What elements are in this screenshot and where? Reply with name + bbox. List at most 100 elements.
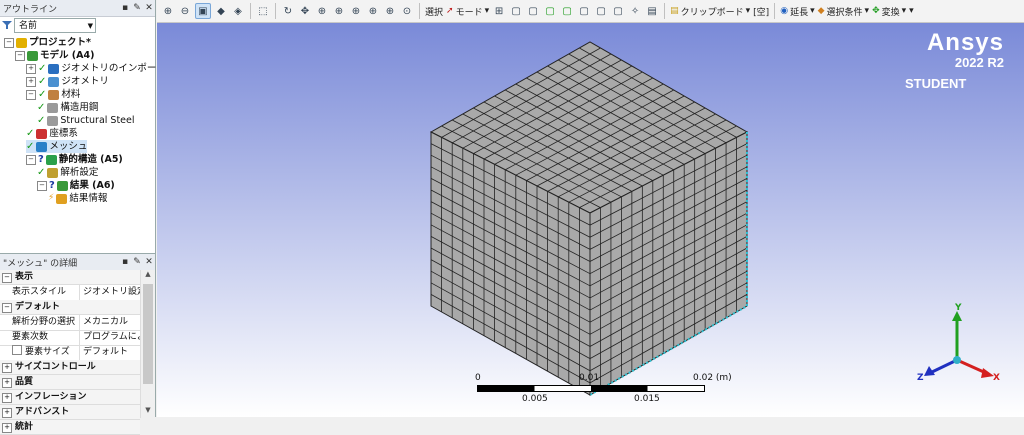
- import-geometry-icon: [48, 63, 60, 74]
- checkbox[interactable]: [12, 345, 22, 355]
- vertex-select-icon[interactable]: ▢: [509, 4, 523, 18]
- expand-icon[interactable]: +: [2, 393, 12, 403]
- mode-button[interactable]: ➚ モード ▾: [446, 5, 489, 18]
- zoom-icon[interactable]: ⊕: [315, 4, 329, 18]
- details-scrollbar[interactable]: ▲ ▼: [140, 270, 155, 418]
- collapse-icon[interactable]: −: [2, 273, 12, 283]
- tree-item-project[interactable]: − プロジェクト*: [4, 36, 91, 49]
- details-row-value[interactable]: メカニカル: [80, 315, 140, 330]
- select-all-icon[interactable]: ⊞: [492, 4, 506, 18]
- transform-button[interactable]: ✥ 変換 ▾: [872, 5, 906, 18]
- zoom-box-icon[interactable]: ⊕: [332, 4, 346, 18]
- collapse-icon[interactable]: −: [26, 89, 36, 100]
- zoom-out-icon[interactable]: ⊖: [178, 4, 192, 18]
- tree-item-geometry[interactable]: + ✓ ジオメトリ: [26, 75, 109, 88]
- expand-icon[interactable]: +: [26, 76, 36, 87]
- collapse-icon[interactable]: −: [4, 37, 14, 48]
- details-row[interactable]: 表示スタイルジオメトリ設定...: [0, 285, 140, 301]
- scroll-up-icon[interactable]: ▲: [141, 270, 155, 282]
- select-button[interactable]: 選択: [425, 5, 443, 18]
- details-row-value[interactable]: プログラムによる...: [80, 330, 140, 345]
- expand-icon[interactable]: +: [2, 363, 12, 373]
- node-select-icon[interactable]: ▢: [577, 4, 591, 18]
- tree-item-analysis-settings[interactable]: ✓ 解析設定: [37, 166, 98, 179]
- expand-icon[interactable]: +: [2, 378, 12, 388]
- extend-button[interactable]: ◉ 延長 ▾: [780, 5, 814, 18]
- tree-item-label: ジオメトリのインポート: [61, 63, 166, 74]
- details-row-value[interactable]: ジオメトリ設定...: [80, 285, 140, 300]
- tree-item-structural-steel[interactable]: ✓ Structural Steel: [37, 114, 135, 127]
- collapse-icon[interactable]: −: [26, 154, 36, 165]
- details-row[interactable]: 要素次数プログラムによる...: [0, 330, 140, 346]
- pin-icon[interactable]: ▪: [119, 3, 131, 13]
- details-row-label: 要素サイズ: [0, 345, 80, 360]
- tree-item-import-geometry[interactable]: + ✓ ジオメトリのインポート: [26, 62, 166, 75]
- tree-item-coordinate-system[interactable]: ✓ 座標系: [26, 127, 78, 140]
- tree-item-static-structural[interactable]: −? 静的構造 (A5): [26, 153, 123, 166]
- collapse-icon[interactable]: −: [2, 303, 12, 313]
- filter-dropdown[interactable]: 名前 ▼: [14, 18, 96, 33]
- scale-label-0015: 0.015: [634, 394, 660, 404]
- tree-item-label: 結果情報: [69, 193, 108, 204]
- scroll-down-icon[interactable]: ▼: [141, 406, 155, 418]
- face-select-icon[interactable]: ▢: [543, 4, 557, 18]
- axis-triad[interactable]: [912, 305, 1002, 395]
- zoom-in-icon[interactable]: ⊕: [161, 4, 175, 18]
- edge-select-icon[interactable]: ▢: [526, 4, 540, 18]
- cube-view-icon[interactable]: ▣: [195, 3, 211, 19]
- details-row[interactable]: 要素サイズ デフォルト: [0, 345, 140, 361]
- clipboard-button[interactable]: ▤ クリップボード ▾: [670, 5, 750, 18]
- tree-item-solution-info[interactable]: ⚡ 結果情報: [48, 192, 107, 205]
- chart-icon[interactable]: ▤: [645, 4, 659, 18]
- mesh-cube[interactable]: [157, 23, 1024, 417]
- details-row-label: 要素次数: [0, 330, 80, 345]
- select-conditions-button[interactable]: ◆ 選択条件 ▾: [818, 5, 869, 18]
- graphics-viewport[interactable]: Ansys 2022 R2 STUDENT 0 0.01 0.02 (m) 0.…: [157, 23, 1024, 417]
- scroll-thumb[interactable]: [143, 284, 153, 384]
- solid-icon[interactable]: ◆: [214, 4, 228, 18]
- zoom-to-icon[interactable]: ⊕: [383, 4, 397, 18]
- outline-title-bar: アウトライン ▪ ✎ ✕: [0, 0, 155, 17]
- rotate-icon[interactable]: ↻: [281, 4, 295, 18]
- close-icon[interactable]: ✕: [143, 3, 155, 13]
- tree-item-materials[interactable]: − ✓ 材料: [26, 88, 80, 101]
- details-category[interactable]: − デフォルト: [0, 300, 140, 315]
- tree-item-label: 静的構造 (A5): [58, 154, 123, 165]
- move-icon[interactable]: ✥: [298, 4, 312, 18]
- static-structural-icon: [45, 154, 57, 165]
- collapse-icon[interactable]: −: [37, 180, 47, 191]
- close-icon[interactable]: ✕: [143, 257, 155, 267]
- body-select-icon[interactable]: ▢: [560, 4, 574, 18]
- pin-icon[interactable]: ▪: [119, 257, 131, 267]
- element-face-icon[interactable]: ▢: [611, 4, 625, 18]
- zoom-all-icon[interactable]: ⊕: [366, 4, 380, 18]
- wand-icon[interactable]: ✧: [628, 4, 642, 18]
- details-category-label: アドバンスト: [15, 407, 70, 417]
- magnifier-icon[interactable]: ⊙: [400, 4, 414, 18]
- tree-item-model[interactable]: − モデル (A4): [15, 49, 94, 62]
- details-category[interactable]: + インフレーション: [0, 390, 140, 405]
- filter-icon[interactable]: [2, 20, 12, 30]
- details-category[interactable]: + サイズコントロール: [0, 360, 140, 375]
- section-icon[interactable]: ◈: [231, 4, 245, 18]
- tree-item-solution[interactable]: −? 結果 (A6): [37, 179, 115, 192]
- tree-item-structural-steel-jp[interactable]: ✓ 構造用鋼: [37, 101, 98, 114]
- details-category[interactable]: + 品質: [0, 375, 140, 390]
- details-category-label: 表示: [15, 272, 34, 282]
- pan-icon[interactable]: ⬚: [256, 4, 270, 18]
- element-select-icon[interactable]: ▢: [594, 4, 608, 18]
- details-category[interactable]: + アドバンスト: [0, 405, 140, 420]
- edit-icon[interactable]: ✎: [131, 257, 143, 267]
- zoom-fit-icon[interactable]: ⊕: [349, 4, 363, 18]
- details-category-label: 統計: [15, 422, 34, 432]
- chevron-down-icon[interactable]: ▾: [909, 6, 914, 16]
- expand-icon[interactable]: +: [26, 63, 36, 74]
- details-row-value[interactable]: デフォルト: [80, 345, 140, 360]
- tree-item-mesh[interactable]: ✓ メッシュ: [26, 140, 88, 153]
- details-row[interactable]: 解析分野の選択 メカニカル: [0, 315, 140, 331]
- collapse-icon[interactable]: −: [15, 50, 25, 61]
- edit-icon[interactable]: ✎: [131, 3, 143, 13]
- details-category[interactable]: − 表示: [0, 270, 140, 285]
- details-category[interactable]: + 統計: [0, 420, 140, 435]
- expand-icon[interactable]: +: [2, 423, 12, 433]
